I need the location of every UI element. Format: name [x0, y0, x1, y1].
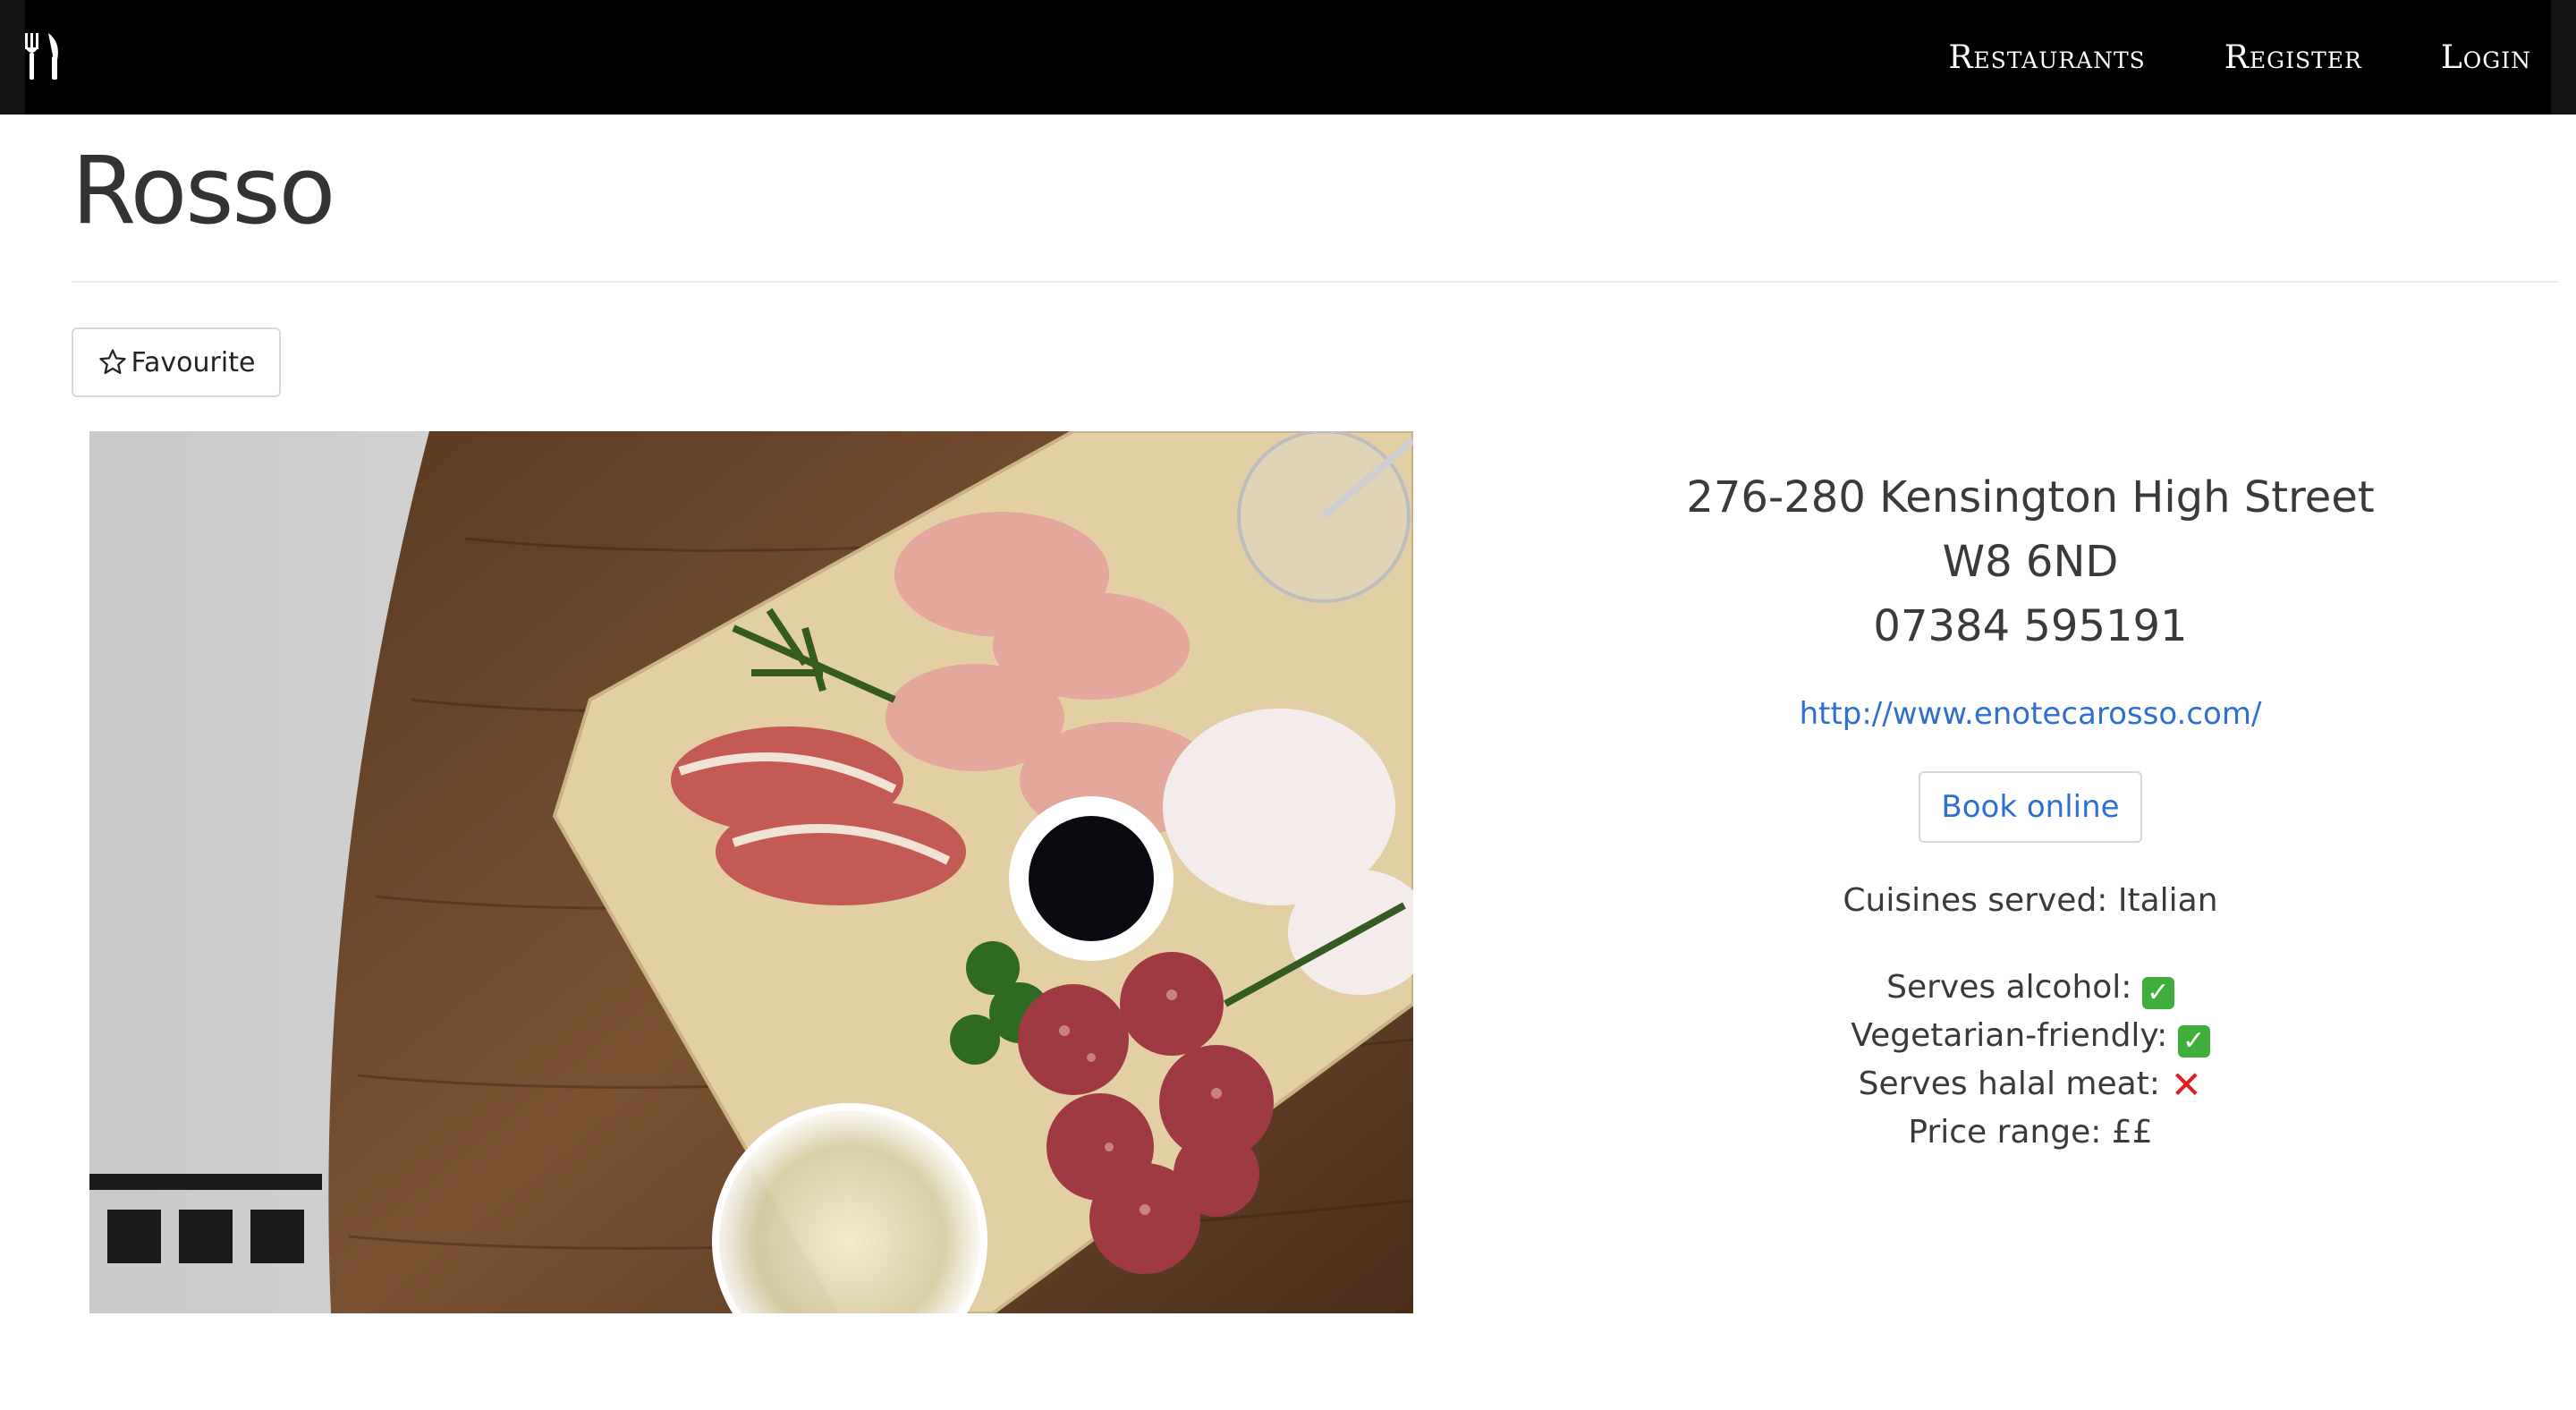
utensils-icon[interactable] — [23, 33, 63, 80]
cuisines-text: Cuisines served: Italian — [1843, 882, 2218, 919]
book-online-button[interactable]: Book online — [1919, 771, 2142, 843]
nav-register-link[interactable]: Register — [2224, 39, 2362, 76]
favourite-button[interactable]: Favourite — [72, 327, 281, 397]
website-link[interactable]: http://www.enotecarosso.com/ — [1800, 696, 2262, 732]
phone-number: 07384 595191 — [1873, 601, 2188, 651]
check-icon: ✓ — [2177, 1025, 2210, 1058]
fact-halal-label: Serves halal meat: — [1858, 1066, 2160, 1102]
fact-halal: Serves halal meat: ✕ — [1601, 1060, 2460, 1108]
fact-vegetarian-label: Vegetarian-friendly: — [1851, 1017, 2168, 1054]
address-street: 276-280 Kensington High Street — [1686, 472, 2375, 522]
top-navbar: Restaurants Register Login — [0, 0, 2576, 115]
page-title: Rosso — [72, 136, 335, 245]
navbar-left-edge — [0, 0, 25, 115]
fact-price: Price range: ££ — [1908, 1114, 2153, 1151]
fact-alcohol-label: Serves alcohol: — [1886, 969, 2132, 1006]
fact-vegetarian: Vegetarian-friendly: ✓ — [1601, 1012, 2460, 1060]
restaurant-photo — [89, 431, 1413, 1313]
nav-restaurants-link[interactable]: Restaurants — [1948, 39, 2145, 76]
nav-links: Restaurants Register Login — [1948, 0, 2531, 115]
restaurant-info: 276-280 Kensington High Street W8 6ND 07… — [1601, 465, 2460, 1157]
check-icon: ✓ — [2141, 977, 2174, 1009]
cross-icon: ✕ — [2170, 1063, 2202, 1107]
nav-login-link[interactable]: Login — [2441, 39, 2531, 76]
favourite-label: Favourite — [131, 346, 256, 378]
star-outline-icon — [98, 349, 126, 375]
navbar-right-edge — [2551, 0, 2576, 115]
title-divider — [72, 281, 2558, 283]
fact-alcohol: Serves alcohol: ✓ — [1601, 964, 2460, 1012]
facts-list: Serves alcohol: ✓ Vegetarian-friendly: ✓… — [1601, 964, 2460, 1157]
address-postcode: W8 6ND — [1942, 537, 2119, 587]
